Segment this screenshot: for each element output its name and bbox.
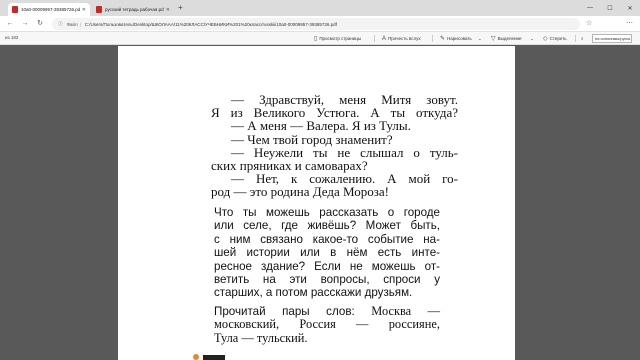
page-view-icon: ▯ [314,36,318,42]
tab-strip: 10a0-00009957-39385726.pdf ✕ русский тет… [0,0,640,16]
back-icon[interactable]: ← [5,19,15,29]
info-icon: ⓘ [58,21,63,26]
toolbar-divider [575,35,576,42]
task-line: старших, а потом расскажи друзьям. [214,286,413,300]
url-text: C:/Users/Пользователь/Desktop/ШКОЛААА/11… [84,21,337,27]
maximize-button[interactable]: ☐ [600,0,620,16]
refresh-icon[interactable]: ↻ [35,19,45,29]
draw-icon: ✎ [440,36,446,42]
highlight-icon: ▽ [491,36,496,42]
highlight-button[interactable]: ▽ Выделение [491,34,521,43]
pdf-icon [12,6,18,13]
address-bar: ← → ↻ ⓘ Файл | C:/Users/Пользователь/Des… [0,16,640,32]
task-line: ветить на эти вопросы, спроси у [214,273,440,287]
pdf-page: — Здравствуй, меня Митя зовут. Я из Вели… [118,46,515,360]
draw-button[interactable]: ✎ Нарисовать [440,34,472,43]
page-view-button[interactable]: ▯ Просмотр страницы [314,34,361,43]
tab-title: русский тетрадь рабочая.pdf [105,7,164,12]
tab-title: 10a0-00009957-39385726.pdf [21,7,80,12]
bullet-icon [193,354,199,360]
favorite-star-icon[interactable]: ☆ [586,19,592,29]
toolbar-divider [432,35,433,42]
task-line: Прочитай пары слов: Москва — [214,304,440,318]
tab-inactive-pdf[interactable]: русский тетрадь рабочая.pdf ✕ [92,3,174,16]
url-scheme-label: Файл [66,21,78,27]
task-line: шей истории или в нём есть инте- [214,246,440,260]
more-menu-icon[interactable]: ⋯ [626,19,633,29]
task-line: Что ты можешь рассказать о городе [214,206,440,219]
page-count: из 182 [5,35,19,40]
search-icon[interactable]: ⌕ [581,34,584,43]
pdf-icon [96,6,102,13]
close-tab-icon[interactable]: ✕ [166,7,170,13]
tab-active-pdf[interactable]: 10a0-00009957-39385726.pdf ✕ [8,3,90,16]
close-window-button[interactable]: ✕ [620,0,640,16]
dialog-text: — Здравствуй, меня Митя зовут. Я из Вели… [211,93,458,199]
window-controls: — ☐ ✕ [580,0,640,16]
read-aloud-button[interactable]: A Прочесть вслух [382,34,421,43]
task-line: с ним связано какое-то событие на- [214,232,440,246]
read-aloud-icon: A [382,35,387,42]
erase-icon: ◇ [543,36,548,42]
erase-button[interactable]: ◇ Стереть [543,34,567,43]
task-line: ресное здание? Если не можешь от- [214,259,440,273]
minimize-button[interactable]: — [580,0,600,16]
dialog-line: — А меня — Валера. Я из Тулы. [231,118,411,134]
document-viewport[interactable]: — Здравствуй, меня Митя зовут. Я из Вели… [0,46,640,360]
task-line: или селе, где живёшь? Может быть, [214,219,440,233]
highlight-dropdown-icon[interactable]: ⌄ [530,34,534,43]
pdf-toolbar: из 182 ▯ Просмотр страницы A Прочесть вс… [0,32,640,45]
task-paragraph-2: Прочитай пары слов: Москва — московский,… [214,304,440,345]
close-tab-icon[interactable]: ✕ [82,7,86,13]
dialog-line: — Чем твой город знаменит? [231,131,393,147]
task-line: Тула — тульский. [214,330,308,345]
next-section-marker [193,351,233,360]
task-paragraph-1: Что ты можешь рассказать о городе или се… [214,206,440,300]
forward-icon[interactable]: → [20,19,30,29]
search-field[interactable]: на синонимы/русск [592,34,632,43]
heading-fragment [203,355,225,360]
url-separator: | [79,21,81,27]
url-field[interactable]: ⓘ Файл | C:/Users/Пользователь/Desktop/Ш… [52,18,580,30]
dialog-line: род — это родина Деда Мороза! [211,184,389,200]
draw-dropdown-icon[interactable]: ⌄ [478,34,482,43]
example-word: Москва — [371,304,440,318]
toolbar-divider [374,35,375,42]
task-line: московский, Россия — россияне, [214,317,440,332]
new-tab-button[interactable]: + [178,3,183,13]
